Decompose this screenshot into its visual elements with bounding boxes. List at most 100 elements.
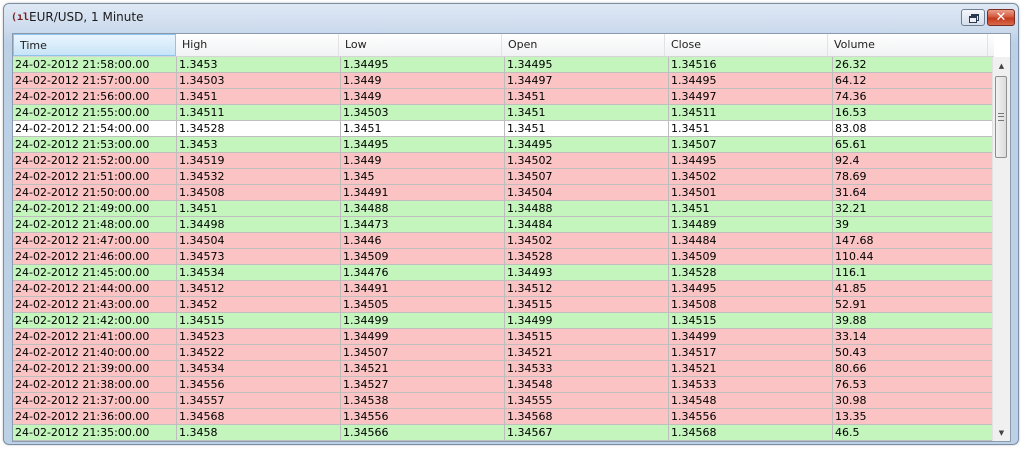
cell-low: 1.34491	[341, 185, 505, 200]
scroll-thumb[interactable]	[995, 76, 1007, 158]
table-row[interactable]: 24-02-2012 21:48:00.00 1.34498 1.34473 1.34…	[13, 217, 994, 233]
cell-volume: 30.98	[833, 393, 994, 408]
table-row[interactable]: 24-02-2012 21:42:00.00 1.34515 1.34499 1.34…	[13, 313, 994, 329]
cell-volume: 110.44	[833, 249, 994, 264]
cell-volume: 41.85	[833, 281, 994, 296]
table-row[interactable]: 24-02-2012 21:54:00.00 1.34528 1.3451 1.345…	[13, 121, 994, 137]
grid-window: (ıl EUR/USD, 1 Minute ✕ Time High Low Op…	[3, 3, 1019, 445]
column-header-open[interactable]: Open	[502, 34, 665, 56]
table-row[interactable]: 24-02-2012 21:46:00.00 1.34573 1.34509 1.34…	[13, 249, 994, 265]
table-row[interactable]: 24-02-2012 21:40:00.00 1.34522 1.34507 1.34…	[13, 345, 994, 361]
cell-low: 1.34505	[341, 297, 505, 312]
cell-low: 1.3449	[341, 153, 505, 168]
cell-close: 1.34501	[669, 185, 833, 200]
cell-high: 1.34512	[177, 281, 341, 296]
cell-high: 1.34573	[177, 249, 341, 264]
table-row[interactable]: 24-02-2012 21:56:00.00 1.3451 1.3449 1.3451…	[13, 89, 994, 105]
cell-open: 1.34499	[505, 313, 669, 328]
cell-time: 24-02-2012 21:47:00.00	[13, 233, 177, 248]
cell-time: 24-02-2012 21:45:00.00	[13, 265, 177, 280]
cell-low: 1.34488	[341, 201, 505, 216]
cell-time: 24-02-2012 21:57:00.00	[13, 73, 177, 88]
cell-low: 1.3446	[341, 233, 505, 248]
cell-open: 1.34493	[505, 265, 669, 280]
cell-high: 1.34498	[177, 217, 341, 232]
scroll-down-button[interactable]: ▼	[993, 424, 1010, 441]
table-row[interactable]: 24-02-2012 21:38:00.00 1.34556 1.34527 1.34…	[13, 377, 994, 393]
cell-low: 1.34499	[341, 313, 505, 328]
cell-close: 1.34489	[669, 217, 833, 232]
cell-open: 1.34512	[505, 281, 669, 296]
cell-low: 1.3449	[341, 73, 505, 88]
table-row[interactable]: 24-02-2012 21:43:00.00 1.3452 1.34505 1.345…	[13, 297, 994, 313]
column-header-low[interactable]: Low	[339, 34, 502, 56]
cell-time: 24-02-2012 21:42:00.00	[13, 313, 177, 328]
grip-icon	[998, 113, 1004, 121]
cell-close: 1.34528	[669, 265, 833, 280]
cell-volume: 13.35	[833, 409, 994, 424]
cell-low: 1.34521	[341, 361, 505, 376]
cell-low: 1.3449	[341, 89, 505, 104]
table-row[interactable]: 24-02-2012 21:55:00.00 1.34511 1.34503 1.34…	[13, 105, 994, 121]
table-row[interactable]: 24-02-2012 21:44:00.00 1.34512 1.34491 1.34…	[13, 281, 994, 297]
cell-low: 1.34473	[341, 217, 505, 232]
cell-close: 1.34568	[669, 425, 833, 440]
table-row[interactable]: 24-02-2012 21:45:00.00 1.34534 1.34476 1.34…	[13, 265, 994, 281]
column-header-high[interactable]: High	[176, 34, 339, 56]
cell-open: 1.34502	[505, 233, 669, 248]
cell-time: 24-02-2012 21:54:00.00	[13, 121, 177, 136]
table-row[interactable]: 24-02-2012 21:35:00.00 1.3458 1.34566 1.345…	[13, 425, 994, 441]
table-row[interactable]: 24-02-2012 21:58:00.00 1.3453 1.34495 1.344…	[13, 57, 994, 73]
triangle-down-icon: ▼	[998, 428, 1005, 437]
cell-close: 1.3451	[669, 201, 833, 216]
cell-open: 1.34521	[505, 345, 669, 360]
cell-close: 1.34517	[669, 345, 833, 360]
cell-low: 1.34491	[341, 281, 505, 296]
cell-open: 1.3451	[505, 121, 669, 136]
table-row[interactable]: 24-02-2012 21:57:00.00 1.34503 1.3449 1.344…	[13, 73, 994, 89]
column-header-volume[interactable]: Volume	[828, 34, 989, 56]
header-filler	[988, 34, 994, 56]
cell-close: 1.34497	[669, 89, 833, 104]
table-row[interactable]: 24-02-2012 21:52:00.00 1.34519 1.3449 1.345…	[13, 153, 994, 169]
restore-icon	[968, 14, 979, 23]
cell-time: 24-02-2012 21:44:00.00	[13, 281, 177, 296]
cell-close: 1.34499	[669, 329, 833, 344]
table-row[interactable]: 24-02-2012 21:49:00.00 1.3451 1.34488 1.344…	[13, 201, 994, 217]
cell-volume: 76.53	[833, 377, 994, 392]
table-row[interactable]: 24-02-2012 21:37:00.00 1.34557 1.34538 1.34…	[13, 393, 994, 409]
cell-close: 1.34509	[669, 249, 833, 264]
cell-open: 1.34488	[505, 201, 669, 216]
table-row[interactable]: 24-02-2012 21:53:00.00 1.3453 1.34495 1.344…	[13, 137, 994, 153]
restore-button[interactable]	[961, 9, 985, 26]
cell-volume: 116.1	[833, 265, 994, 280]
close-button[interactable]: ✕	[987, 9, 1015, 26]
cell-time: 24-02-2012 21:58:00.00	[13, 57, 177, 72]
cell-time: 24-02-2012 21:41:00.00	[13, 329, 177, 344]
cell-low: 1.34538	[341, 393, 505, 408]
table-row[interactable]: 24-02-2012 21:47:00.00 1.34504 1.3446 1.345…	[13, 233, 994, 249]
cell-open: 1.34568	[505, 409, 669, 424]
column-header-time[interactable]: Time	[13, 34, 176, 56]
title-bar[interactable]: (ıl EUR/USD, 1 Minute ✕	[4, 4, 1018, 32]
table-row[interactable]: 24-02-2012 21:39:00.00 1.34534 1.34521 1.34…	[13, 361, 994, 377]
cell-open: 1.34504	[505, 185, 669, 200]
cell-low: 1.34503	[341, 105, 505, 120]
vertical-scrollbar[interactable]: ▲ ▼	[992, 57, 1010, 441]
cell-close: 1.34548	[669, 393, 833, 408]
scroll-up-button[interactable]: ▲	[993, 57, 1010, 74]
cell-time: 24-02-2012 21:52:00.00	[13, 153, 177, 168]
cell-volume: 80.66	[833, 361, 994, 376]
table-row[interactable]: 24-02-2012 21:50:00.00 1.34508 1.34491 1.34…	[13, 185, 994, 201]
cell-time: 24-02-2012 21:36:00.00	[13, 409, 177, 424]
cell-time: 24-02-2012 21:37:00.00	[13, 393, 177, 408]
cell-volume: 39	[833, 217, 994, 232]
cell-volume: 50.43	[833, 345, 994, 360]
table-row[interactable]: 24-02-2012 21:51:00.00 1.34532 1.345 1.3450…	[13, 169, 994, 185]
table-row[interactable]: 24-02-2012 21:36:00.00 1.34568 1.34556 1.34…	[13, 409, 994, 425]
cell-close: 1.34495	[669, 153, 833, 168]
cell-low: 1.34495	[341, 57, 505, 72]
cell-high: 1.34519	[177, 153, 341, 168]
table-row[interactable]: 24-02-2012 21:41:00.00 1.34523 1.34499 1.34…	[13, 329, 994, 345]
column-header-close[interactable]: Close	[665, 34, 828, 56]
